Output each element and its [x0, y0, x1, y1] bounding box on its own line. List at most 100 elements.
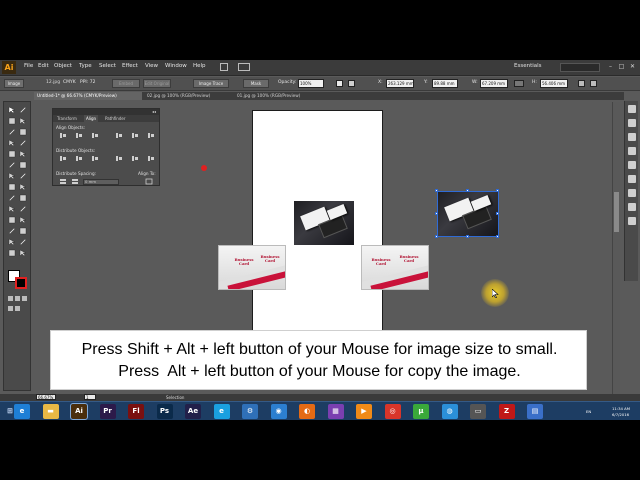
business-card-image-dark[interactable]	[294, 201, 354, 245]
media-icon[interactable]: ▶	[356, 404, 372, 419]
clock-time[interactable]: 11:34 AM	[612, 406, 630, 411]
panel-collapse-icon[interactable]: ◂◂	[152, 109, 156, 114]
align-top-icon[interactable]	[115, 132, 123, 139]
vertical-scroll-thumb[interactable]	[614, 192, 619, 232]
dist-space-h-icon[interactable]	[71, 178, 79, 185]
dist-top-icon[interactable]	[59, 155, 67, 162]
ie-icon[interactable]: e	[14, 404, 30, 419]
transparency-panel-icon[interactable]	[628, 189, 636, 197]
folder-icon[interactable]: ▬	[42, 404, 59, 419]
tab-02-jpg[interactable]: 02.jpg @ 100% (RGB/Preview)	[144, 92, 232, 100]
menu-select[interactable]: Select	[99, 63, 116, 69]
align-h-center-icon[interactable]	[75, 132, 83, 139]
tab-untitled-1[interactable]: Untitled-1* @ 66.67% (CMYK/Preview)	[34, 92, 142, 100]
eraser-tool-icon[interactable]	[19, 161, 27, 169]
dist-bottom-icon[interactable]	[91, 155, 99, 162]
appearance-panel-icon[interactable]	[628, 203, 636, 211]
terminal-icon[interactable]: ▭	[470, 404, 486, 419]
align-left-icon[interactable]	[59, 132, 67, 139]
selection-handle[interactable]	[435, 189, 438, 192]
paintbrush-tool-icon[interactable]	[8, 150, 16, 158]
chrome-icon[interactable]: ◎	[384, 404, 401, 419]
rectangle-tool-icon[interactable]	[19, 139, 27, 147]
scale-tool-icon[interactable]	[19, 172, 27, 180]
network-icon[interactable]: ◍	[441, 404, 458, 419]
symbol-sprayer-tool-icon[interactable]	[8, 227, 16, 235]
tab-pathfinder[interactable]: Pathfinder	[103, 115, 128, 122]
gradient-mode-icon[interactable]	[15, 296, 20, 301]
selection-handle[interactable]	[466, 235, 469, 238]
width-tool-icon[interactable]	[8, 183, 16, 191]
screen-mode-icon[interactable]	[15, 306, 20, 311]
menu-help[interactable]: Help	[193, 63, 206, 69]
direct-selection-tool-icon[interactable]	[19, 106, 27, 114]
artboard-tool-icon[interactable]	[8, 238, 16, 246]
zoom-field[interactable]: 66.67%	[36, 394, 56, 400]
magic-wand-tool-icon[interactable]	[8, 117, 16, 125]
disk-icon[interactable]: ▤	[527, 404, 543, 419]
free-transform-tool-icon[interactable]	[19, 183, 27, 191]
pen-tool-icon[interactable]	[8, 128, 16, 136]
w-field[interactable]: 67.209 mm	[480, 79, 508, 88]
ie2-icon[interactable]: e	[213, 404, 230, 419]
menu-edit[interactable]: Edit	[38, 63, 49, 69]
control-options-icon[interactable]	[578, 80, 585, 87]
illustrator-icon[interactable]: Ai	[70, 403, 88, 420]
pencil-tool-icon[interactable]	[19, 150, 27, 158]
selection-bounding-box[interactable]	[437, 191, 499, 237]
perspective-tool-icon[interactable]	[19, 194, 27, 202]
align-to-selection-icon[interactable]	[145, 178, 153, 185]
type-tool-icon[interactable]	[19, 128, 27, 136]
stroke-panel-icon[interactable]	[628, 161, 636, 169]
lasso-tool-icon[interactable]	[19, 117, 27, 125]
align-right-icon[interactable]	[91, 132, 99, 139]
dist-space-v-icon[interactable]	[59, 178, 67, 185]
layers-panel-icon[interactable]	[628, 217, 636, 225]
edit-original-button[interactable]: Edit Original	[143, 79, 171, 88]
apps-icon[interactable]: ▦	[327, 404, 344, 419]
language-indicator[interactable]: EN	[586, 409, 591, 414]
tab-transform[interactable]: Transform	[55, 115, 79, 122]
dist-right-icon[interactable]	[147, 155, 155, 162]
gradient-tool-icon[interactable]	[19, 205, 27, 213]
stroke-swatch[interactable]	[15, 277, 27, 289]
drawing-mode-icon[interactable]	[8, 306, 13, 311]
workspace-switcher[interactable]: Essentials	[514, 63, 542, 69]
spacing-field[interactable]: 0 mm	[83, 179, 119, 185]
symbols-panel-icon[interactable]	[628, 147, 636, 155]
line-tool-icon[interactable]	[8, 139, 16, 147]
menu-window[interactable]: Window	[165, 63, 187, 69]
mask-button[interactable]: Mask	[243, 79, 269, 88]
align-v-center-icon[interactable]	[131, 132, 139, 139]
recolor-icon[interactable]	[336, 80, 343, 87]
selection-tool-icon[interactable]	[8, 106, 16, 114]
clock-date[interactable]: 6/7/2016	[612, 412, 629, 417]
dist-v-center-icon[interactable]	[75, 155, 83, 162]
embed-button[interactable]: Embed	[112, 79, 140, 88]
globe-icon[interactable]: ◉	[270, 404, 287, 419]
zoom-tool-icon[interactable]	[19, 249, 27, 257]
align-bottom-icon[interactable]	[147, 132, 155, 139]
bridge-icon[interactable]	[220, 63, 228, 71]
selection-handle[interactable]	[496, 235, 499, 238]
selection-handle[interactable]	[496, 212, 499, 215]
y-field[interactable]: 89.88 mm	[432, 79, 458, 88]
color-mode-icon[interactable]	[8, 296, 13, 301]
vertical-scrollbar[interactable]	[612, 102, 620, 394]
slice-tool-icon[interactable]	[19, 238, 27, 246]
close-icon[interactable]: ✕	[628, 62, 637, 71]
settings-icon[interactable]: ⚙	[242, 404, 258, 419]
tab-01-jpg[interactable]: 01.jpg @ 100% (RGB/Preview)	[234, 92, 322, 100]
brushes-panel-icon[interactable]	[628, 133, 636, 141]
business-card-image-light-left[interactable]: Business Card Business Card	[218, 245, 286, 290]
dist-h-center-icon[interactable]	[131, 155, 139, 162]
dist-left-icon[interactable]	[115, 155, 123, 162]
selection-handle[interactable]	[435, 212, 438, 215]
opacity-field[interactable]: 100%	[298, 79, 324, 88]
column-graph-tool-icon[interactable]	[19, 227, 27, 235]
hand-tool-icon[interactable]	[8, 249, 16, 257]
flash-icon[interactable]: Fl	[128, 404, 144, 419]
menu-effect[interactable]: Effect	[122, 63, 138, 69]
search-input[interactable]	[560, 63, 600, 72]
menu-object[interactable]: Object	[54, 63, 72, 69]
